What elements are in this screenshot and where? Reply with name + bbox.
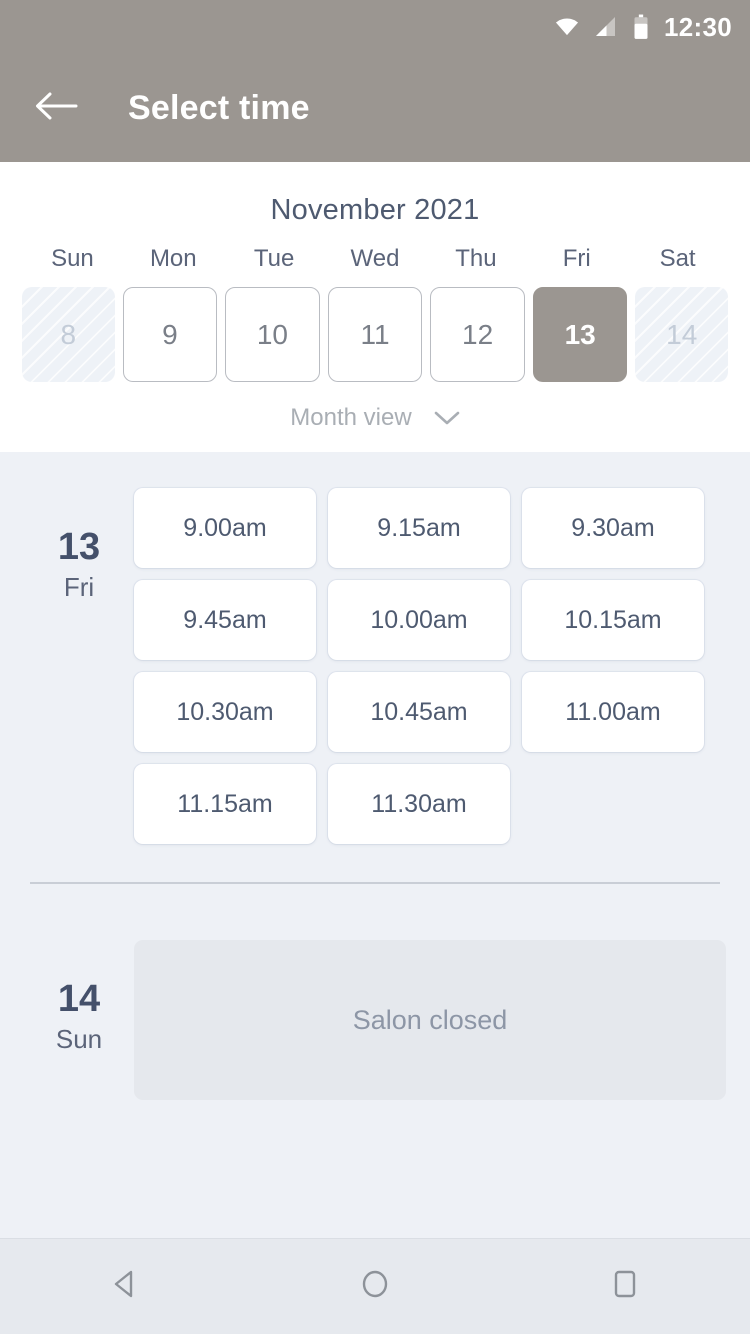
time-slot[interactable]: 10.30am (134, 672, 316, 752)
nav-recents-button[interactable] (585, 1247, 665, 1327)
nav-home-button[interactable] (335, 1247, 415, 1327)
day-block-14: 14 Sun Salon closed (0, 884, 750, 1100)
weekday-label-fri: Fri (562, 245, 591, 272)
status-bar: 12:30 (0, 0, 750, 54)
nav-home-circle-icon (358, 1267, 392, 1306)
app-screen: 12:30 Select time November 2021 Sun Mon … (0, 0, 750, 1334)
status-bar-icons (554, 14, 650, 40)
date-cell-9[interactable]: 9 (122, 287, 218, 382)
calendar-date-row: 8 9 10 11 12 13 14 (0, 273, 750, 382)
day-number: 14 (57, 978, 101, 1020)
time-slot[interactable]: 9.15am (328, 488, 510, 568)
nav-back-triangle-icon (108, 1267, 142, 1306)
date-cell-14: 14 (635, 287, 729, 382)
signal-icon (594, 15, 618, 39)
weekday-label-sat: Sat (659, 245, 696, 272)
time-slot[interactable]: 10.15am (522, 580, 704, 660)
weekday-label-tue: Tue (253, 245, 295, 272)
date-cell-10[interactable]: 10 (225, 287, 320, 382)
month-view-label: Month view (290, 404, 412, 431)
day-name: Fri (63, 571, 95, 602)
month-view-toggle[interactable]: Month view (0, 382, 750, 442)
android-nav-bar (0, 1238, 750, 1334)
date-cell-11[interactable]: 11 (327, 287, 423, 382)
time-slot[interactable]: 10.45am (328, 672, 510, 752)
time-slot[interactable]: 9.30am (522, 488, 704, 568)
calendar-weekday-header: Sun Mon Tue Wed Thu Fri Sat (0, 235, 750, 273)
page-title: Select time (128, 88, 310, 127)
wifi-icon (554, 14, 580, 40)
back-button[interactable] (32, 84, 80, 132)
calendar-month-title: November 2021 (270, 194, 480, 226)
day-label-14: 14 Sun (24, 940, 134, 1100)
date-cell-12[interactable]: 12 (430, 287, 525, 382)
chevron-down-icon (434, 410, 460, 426)
day-block-13: 13 Fri 9.00am 9.15am 9.30am 9.45am 10.00… (0, 474, 750, 844)
weekday-label-sun: Sun (51, 245, 94, 272)
battery-icon (632, 14, 650, 40)
day-number: 13 (57, 526, 101, 568)
time-slot-grid-13: 9.00am 9.15am 9.30am 9.45am 10.00am 10.1… (134, 488, 726, 844)
day-label-13: 13 Fri (24, 488, 134, 844)
time-slot[interactable]: 11.15am (134, 764, 316, 844)
status-bar-clock: 12:30 (664, 12, 732, 42)
nav-recents-square-icon (608, 1267, 642, 1306)
weekday-label-mon: Mon (149, 245, 197, 272)
salon-closed-block: Salon closed (134, 940, 726, 1100)
back-arrow-icon (34, 89, 78, 128)
date-cell-13-selected[interactable]: 13 (532, 287, 628, 382)
time-slot[interactable]: 11.00am (522, 672, 704, 752)
nav-back-button[interactable] (85, 1247, 165, 1327)
app-bar: Select time (0, 54, 750, 162)
date-cell-8: 8 (22, 287, 115, 382)
calendar-panel: November 2021 Sun Mon Tue Wed Thu Fri Sa… (0, 162, 750, 452)
time-slot[interactable]: 9.00am (134, 488, 316, 568)
schedule-body: 13 Fri 9.00am 9.15am 9.30am 9.45am 10.00… (0, 452, 750, 1238)
time-slot[interactable]: 11.30am (328, 764, 510, 844)
time-slot[interactable]: 10.00am (328, 580, 510, 660)
day-name: Sun (55, 1023, 103, 1054)
weekday-label-wed: Wed (350, 245, 400, 272)
time-slot[interactable]: 9.45am (134, 580, 316, 660)
weekday-label-thu: Thu (455, 245, 497, 272)
